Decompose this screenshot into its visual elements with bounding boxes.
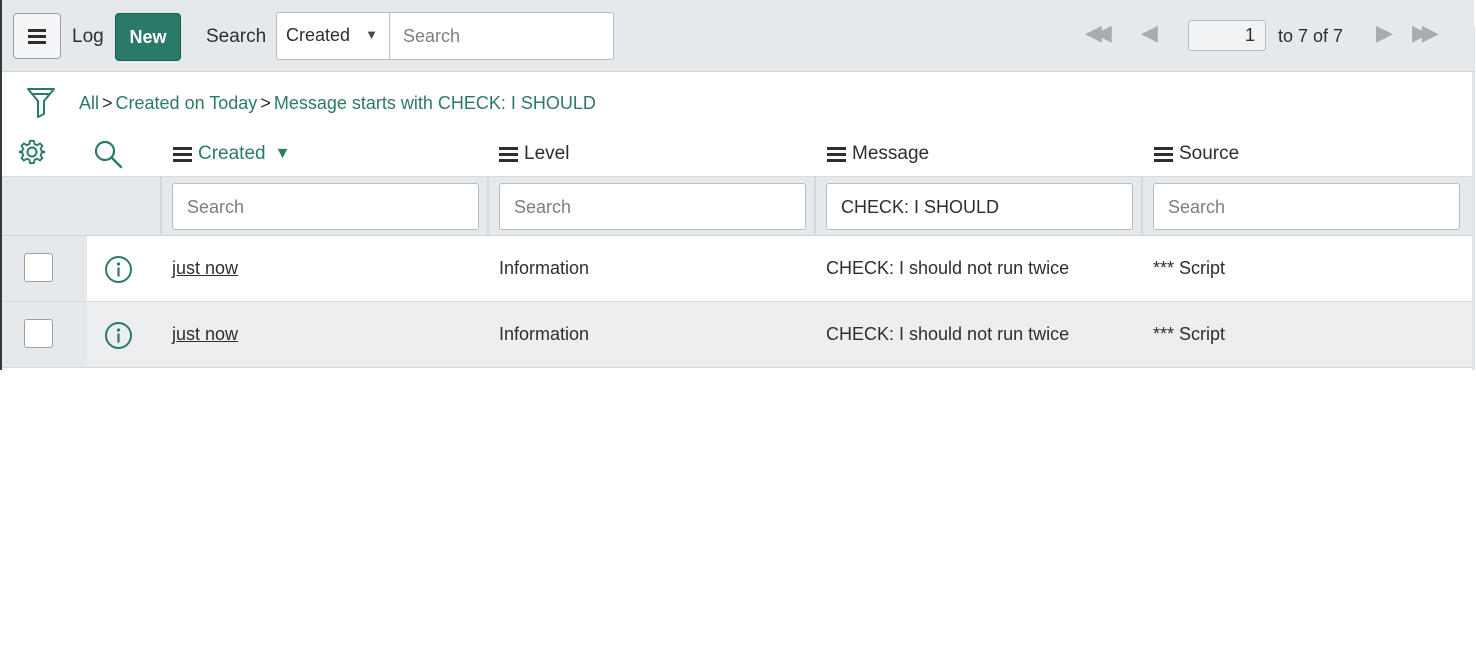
breadcrumb-created-today[interactable]: Created on Today bbox=[116, 93, 258, 113]
column-menu-icon[interactable] bbox=[173, 146, 192, 162]
first-page-icon[interactable]: ◀◀ bbox=[1085, 22, 1112, 44]
scrollbar-track[interactable] bbox=[1472, 26, 1475, 370]
message-cell: CHECK: I should not run twice bbox=[826, 324, 1070, 344]
gear-icon[interactable] bbox=[18, 138, 46, 166]
info-icon[interactable] bbox=[104, 321, 133, 350]
column-menu-icon[interactable] bbox=[499, 146, 518, 162]
column-menu-icon[interactable] bbox=[1154, 146, 1173, 162]
column-header-level[interactable]: Level bbox=[499, 143, 569, 165]
filter-funnel-icon[interactable] bbox=[26, 86, 56, 118]
source-cell: *** Script bbox=[1153, 324, 1226, 344]
hamburger-icon bbox=[28, 28, 46, 44]
breadcrumb: All > Created on Today > Message starts with… bbox=[79, 93, 596, 114]
level-cell: Information bbox=[499, 258, 590, 278]
column-label: Created bbox=[198, 143, 266, 164]
search-group: Created ▼ Search bbox=[276, 12, 614, 60]
context-menu-button[interactable] bbox=[13, 13, 61, 59]
column-label: Level bbox=[524, 143, 570, 164]
prev-page-icon[interactable]: ◀ bbox=[1141, 22, 1158, 44]
list-toolbar: Log New Search Created ▼ Search ◀◀ ◀ 1 t… bbox=[2, 0, 1474, 72]
record-range: to 7 of 7 bbox=[1278, 26, 1344, 46]
column-header-message[interactable]: Message bbox=[827, 143, 929, 165]
row-checkbox[interactable] bbox=[24, 319, 53, 348]
created-cell-link[interactable]: just now bbox=[172, 258, 238, 279]
sort-descending-icon: ▼ bbox=[274, 145, 291, 162]
column-header-source[interactable]: Source bbox=[1154, 143, 1239, 165]
level-cell: Information bbox=[499, 324, 590, 344]
source-filter-input[interactable]: Search bbox=[1153, 183, 1460, 230]
list-title: Log bbox=[72, 26, 104, 47]
filter-divider bbox=[160, 177, 162, 235]
row-checkbox[interactable] bbox=[24, 253, 53, 282]
column-label: Source bbox=[1179, 143, 1240, 164]
page-number-input[interactable]: 1 bbox=[1188, 20, 1266, 51]
search-field-value: Created bbox=[286, 25, 351, 45]
level-filter-input[interactable]: Search bbox=[499, 183, 806, 230]
new-button[interactable]: New bbox=[115, 13, 181, 61]
breadcrumb-separator: > bbox=[260, 93, 271, 113]
filter-divider bbox=[487, 177, 489, 235]
info-icon[interactable] bbox=[104, 255, 133, 284]
breadcrumb-separator: > bbox=[102, 93, 113, 113]
created-cell-link[interactable]: just now bbox=[172, 324, 238, 345]
column-label: Message bbox=[852, 143, 930, 164]
created-filter-input[interactable]: Search bbox=[172, 183, 479, 230]
filter-divider bbox=[1141, 177, 1143, 235]
search-icon[interactable] bbox=[93, 139, 123, 169]
message-cell: CHECK: I should not run twice bbox=[826, 258, 1070, 278]
search-field-select[interactable]: Created ▼ bbox=[277, 13, 390, 59]
row-select-cell bbox=[2, 236, 87, 301]
table-row: just now Information CHECK: I should not… bbox=[2, 236, 1472, 302]
filter-divider bbox=[814, 177, 816, 235]
column-header-created[interactable]: Created ▼ bbox=[173, 143, 290, 165]
column-menu-icon[interactable] bbox=[827, 146, 846, 162]
last-page-icon[interactable]: ▶▶ bbox=[1412, 22, 1439, 44]
breadcrumb-message-filter[interactable]: Message starts with CHECK: I SHOULD bbox=[274, 93, 596, 113]
source-cell: *** Script bbox=[1153, 258, 1226, 278]
message-filter-input[interactable]: CHECK: I SHOULD bbox=[826, 183, 1133, 230]
row-select-cell bbox=[2, 302, 87, 367]
breadcrumb-all[interactable]: All bbox=[79, 93, 99, 113]
next-page-icon[interactable]: ▶ bbox=[1376, 22, 1393, 44]
table-row: just now Information CHECK: I should not… bbox=[2, 302, 1472, 368]
chevron-down-icon: ▼ bbox=[365, 27, 378, 42]
search-label: Search bbox=[206, 26, 267, 47]
search-input[interactable]: Search bbox=[390, 13, 613, 59]
